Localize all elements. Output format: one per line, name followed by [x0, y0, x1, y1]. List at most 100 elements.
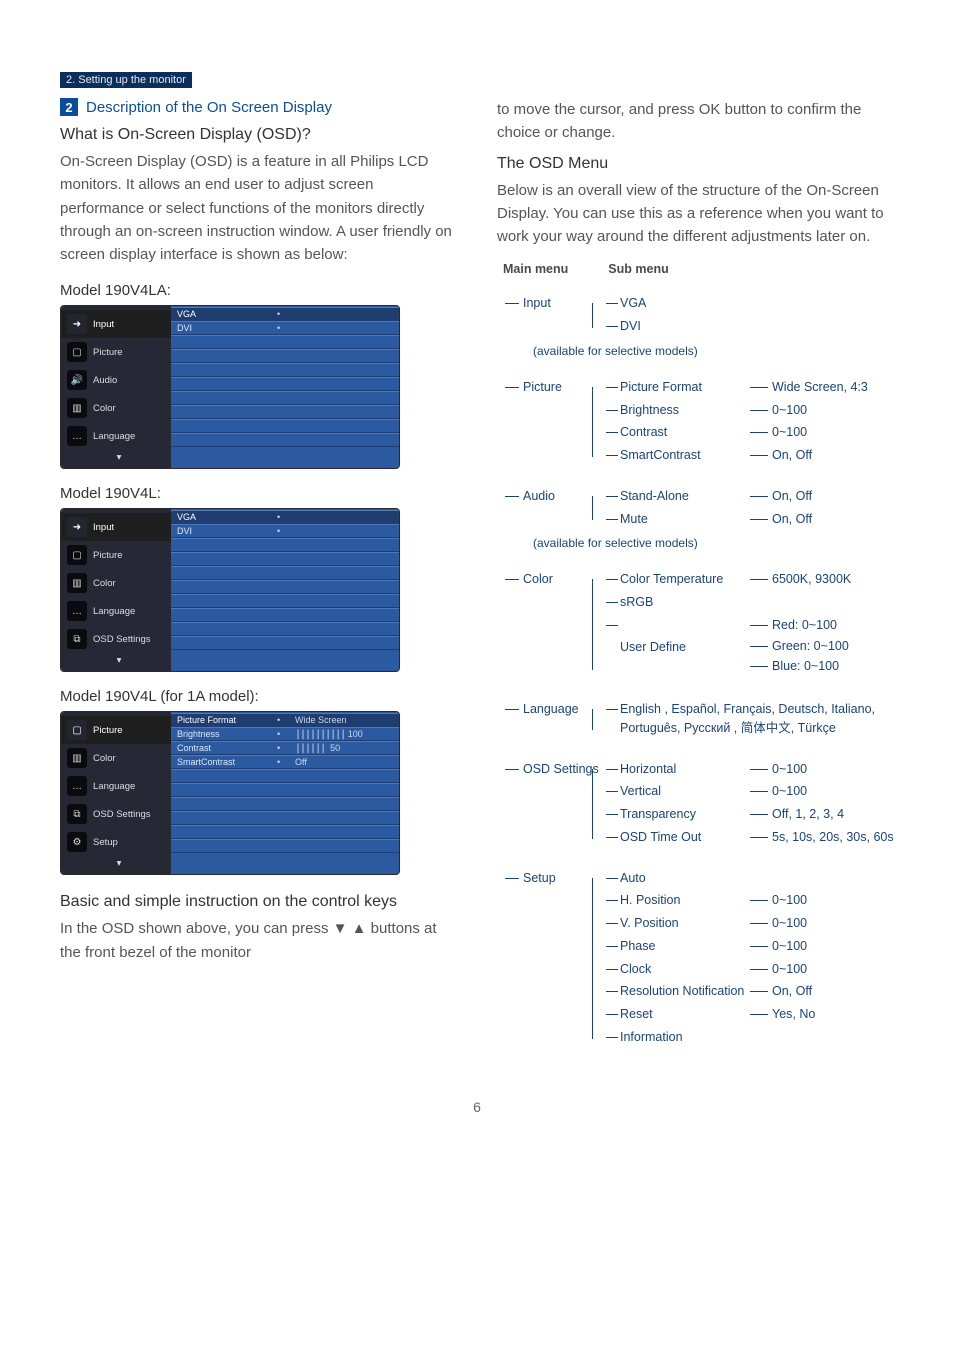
osd-submenu-row: [171, 552, 399, 566]
tree-sub-item: Contrast0~100: [620, 423, 894, 442]
tree-section-picture: PicturePicture FormatWide Screen, 4:3Bri…: [505, 378, 894, 469]
tree-key: Setup: [505, 869, 600, 888]
paragraph-basic-instruction: In the OSD shown above, you can press ▼ …: [60, 917, 457, 964]
section-title: Description of the On Screen Display: [86, 99, 332, 116]
osd-menu-label: OSD Settings: [93, 634, 151, 645]
input-icon: ➜: [67, 314, 87, 334]
osd-submenu-row: Picture Format•Wide Screen: [171, 713, 399, 727]
tree-sub-item: Color Temperature6500K, 9300K: [620, 570, 894, 589]
osd-menu-label: Language: [93, 606, 135, 617]
osd-submenu-row: [171, 825, 399, 839]
tree-sub-item: V. Position0~100: [620, 914, 894, 933]
osd-menu-input: ➜ Input: [61, 513, 171, 541]
tree-sub-item: sRGB: [620, 593, 894, 612]
osd-menu-label: Picture: [93, 347, 123, 358]
tree-section-language: LanguageEnglish , Español, Français, Deu…: [505, 700, 894, 742]
osd-submenu-row: [171, 636, 399, 650]
section-heading: 2 Description of the On Screen Display: [60, 98, 457, 116]
osd-mock-3: ▢Picture▥Color…Language⧉OSD Settings⚙Set…: [60, 711, 400, 875]
osd-submenu-row: [171, 839, 399, 853]
tree-header-main: Main menu: [503, 262, 568, 276]
osd-submenu-row: [171, 391, 399, 405]
osd-submenu-row: [171, 419, 399, 433]
tree-section-audio: AudioStand-AloneOn, OffMuteOn, Off(avail…: [505, 487, 894, 553]
osd-settings-icon: ⧉: [67, 629, 87, 649]
heading-basic-instruction: Basic and simple instruction on the cont…: [60, 893, 457, 911]
osd-menu-label: Language: [93, 431, 135, 442]
osd-menu-language: …Language: [61, 422, 171, 450]
tree-value: 0~100: [750, 423, 807, 442]
osd-menu-label: Setup: [93, 837, 118, 848]
tree-note: (available for selective models): [533, 342, 894, 360]
tree-value: 5s, 10s, 20s, 30s, 60s: [750, 828, 894, 847]
tree-section-color: ColorColor Temperature6500K, 9300KsRGBUs…: [505, 570, 894, 682]
tree-value: Off, 1, 2, 3, 4: [750, 805, 844, 824]
heading-what-is-osd: What is On-Screen Display (OSD)?: [60, 126, 457, 144]
model3-label: Model 190V4L (for 1A model):: [60, 688, 457, 705]
section-number: 2: [60, 98, 78, 116]
osd-submenu-row: [171, 538, 399, 552]
osd-submenu-row: [171, 580, 399, 594]
tree-key: Picture: [505, 378, 600, 397]
color-icon: ▥: [67, 573, 87, 593]
osd-menu-color: ▥Color: [61, 394, 171, 422]
tree-value: 0~100: [750, 960, 807, 979]
tree-key: Language: [505, 700, 600, 719]
osd-submenu-row: [171, 783, 399, 797]
osd-scroll-down: ▾: [61, 653, 171, 667]
model2-label: Model 190V4L:: [60, 485, 457, 502]
osd-menu-picture: ▢Picture: [61, 716, 171, 744]
tree-value: On, Off: [750, 982, 812, 1001]
osd-submenu-row: SmartContrast•Off: [171, 755, 399, 769]
osd-submenu-row: [171, 363, 399, 377]
osd-submenu-row: [171, 377, 399, 391]
osd-mock-2: ➜Input▢Picture▥Color…Language⧉OSD Settin…: [60, 508, 400, 672]
osd-menu-label: Input: [93, 522, 114, 533]
tree-value: 0~100: [750, 937, 807, 956]
osd-submenu-row: [171, 797, 399, 811]
osd-submenu-row: [171, 769, 399, 783]
osd-submenu-row: [171, 608, 399, 622]
osd-menu-audio: 🔊 Audio: [61, 366, 171, 394]
osd-menu-label: Input: [93, 319, 114, 330]
tree-key: Input: [505, 294, 600, 313]
osd-tree: InputVGADVI(available for selective mode…: [497, 294, 894, 1050]
osd-submenu-row: [171, 594, 399, 608]
osd-scroll-down: ▾: [61, 450, 171, 464]
osd-menu-osd-settings: ⧉ OSD Settings: [61, 800, 171, 828]
osd-menu-label: Audio: [93, 375, 117, 386]
tree-value: Wide Screen, 4:3: [750, 378, 868, 397]
paragraph-continuation: to move the cursor, and press OK button …: [497, 98, 894, 145]
osd-menu-language: … Language: [61, 597, 171, 625]
tree-value: Blue: 0~100: [750, 657, 849, 676]
tree-value: On, Off: [750, 510, 812, 529]
osd-menu-label: Color: [93, 753, 116, 764]
osd-menu-label: Picture: [93, 725, 123, 736]
audio-icon: 🔊: [67, 370, 87, 390]
color-icon: ▥: [67, 398, 87, 418]
osd-submenu-row: VGA•: [171, 510, 399, 524]
osd-menu-picture: ▢ Picture: [61, 338, 171, 366]
tree-value: On, Off: [750, 446, 812, 465]
language-icon: …: [67, 601, 87, 621]
tree-value: 0~100: [750, 782, 807, 801]
osd-scroll-down: ▾: [61, 856, 171, 870]
tree-sub-item: DVI: [620, 317, 894, 336]
tree-sub-item: Clock0~100: [620, 960, 894, 979]
input-icon: ➜: [67, 517, 87, 537]
picture-icon: ▢: [67, 342, 87, 362]
left-column: 2 Description of the On Screen Display W…: [60, 98, 457, 1069]
tree-value: 0~100: [750, 401, 807, 420]
color-icon: ▥: [67, 748, 87, 768]
osd-settings-icon: ⧉: [67, 804, 87, 824]
tree-sub-item: H. Position0~100: [620, 891, 894, 910]
tree-sub-item: Horizontal0~100: [620, 760, 894, 779]
osd-submenu-row: [171, 622, 399, 636]
tree-value: 0~100: [750, 891, 807, 910]
osd-menu-input: ➜ Input: [61, 310, 171, 338]
osd-submenu-row: DVI•: [171, 321, 399, 335]
osd-menu-label: OSD Settings: [93, 809, 151, 820]
tree-sub-item: TransparencyOff, 1, 2, 3, 4: [620, 805, 894, 824]
tree-value: On, Off: [750, 487, 812, 506]
heading-osd-menu: The OSD Menu: [497, 155, 894, 173]
